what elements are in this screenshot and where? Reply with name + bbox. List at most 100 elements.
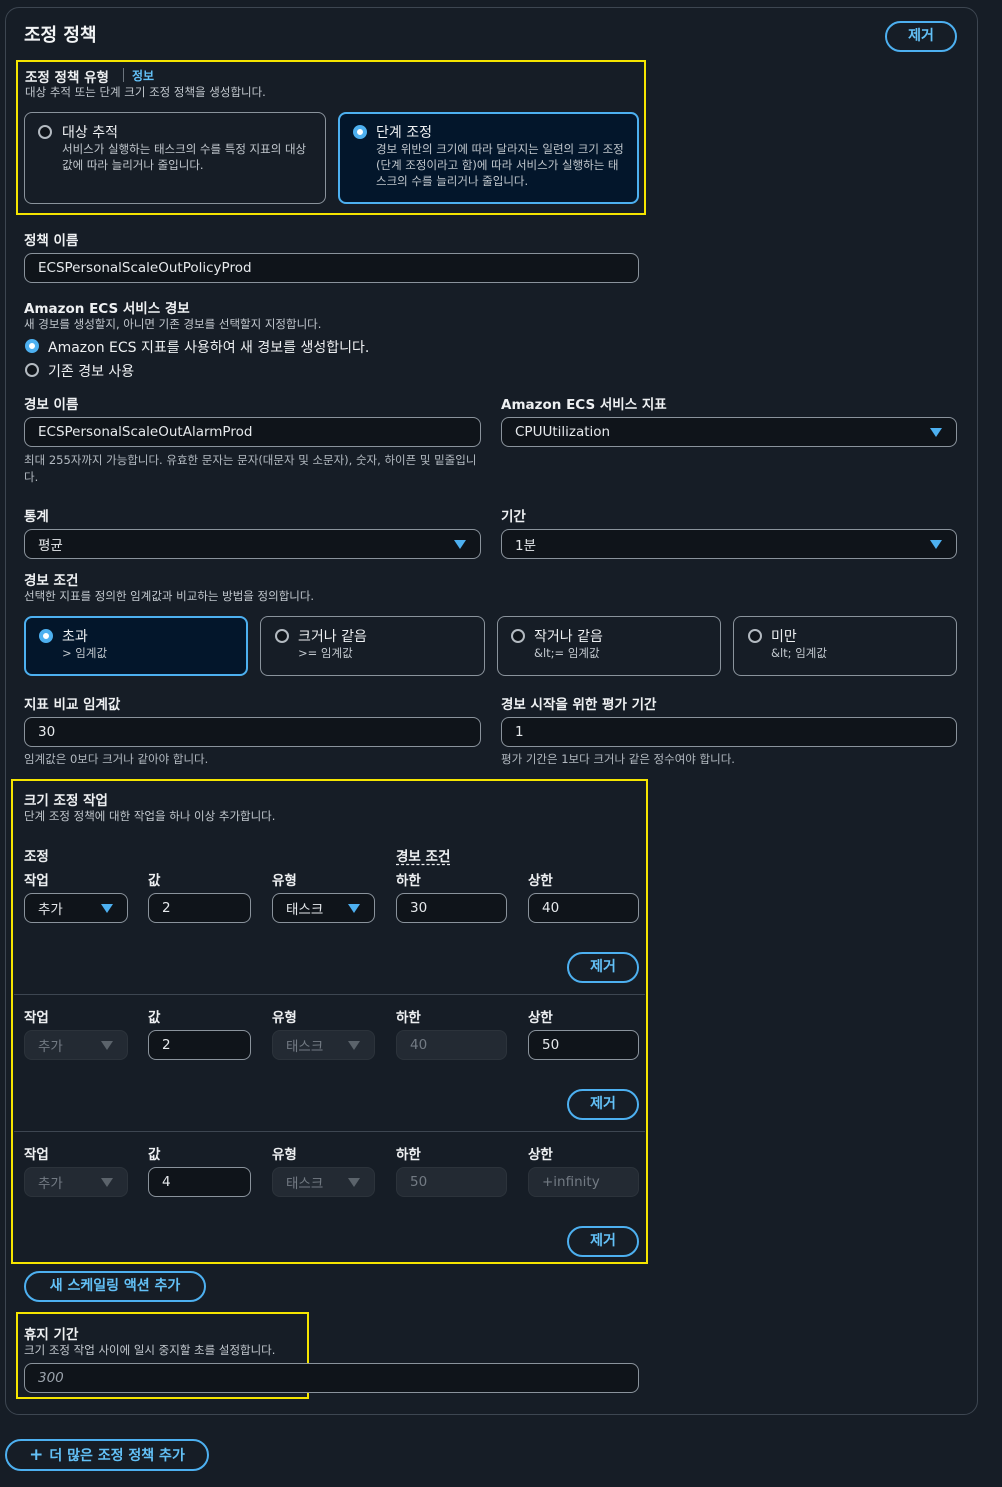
alarm-name-hint: 최대 255자까지 가능합니다. 유효한 문자는 문자(대문자 및 소문자), …	[24, 453, 477, 484]
policy-name-input[interactable]: ECSPersonalScaleOutPolicyProd	[24, 253, 639, 283]
threshold-input[interactable]: 30	[24, 717, 481, 747]
metric-select-value: CPUUtilization	[515, 424, 611, 440]
row2-lower-input: 40	[396, 1030, 507, 1060]
statistic-select[interactable]: 평균	[24, 529, 481, 559]
row-divider	[14, 1131, 645, 1132]
header-type: 유형	[272, 1147, 297, 1163]
condition-less-sub: &lt; 임계값	[771, 646, 827, 660]
group-alarm-condition-label[interactable]: 경보 조건	[396, 845, 450, 865]
metric-select[interactable]: CPUUtilization	[501, 417, 957, 447]
row2-type-select: 태스크	[272, 1030, 375, 1060]
radio-condition-less[interactable]	[748, 629, 762, 643]
row3-type-select: 태스크	[272, 1167, 375, 1197]
period-select-value: 1분	[515, 538, 537, 554]
condition-greater-equal-title: 크거나 같음	[298, 629, 367, 645]
remove-policy-button[interactable]: 제거	[885, 21, 957, 52]
plus-icon: +	[29, 1445, 44, 1465]
row3-lower-input: 50	[396, 1167, 507, 1197]
cooldown-description: 크기 조정 작업 사이에 일시 중지할 초를 설정합니다.	[24, 1343, 276, 1357]
add-scaling-action-button[interactable]: 새 스케일링 액션 추가	[24, 1271, 206, 1302]
row2-type-value: 태스크	[286, 1039, 324, 1055]
radio-create-new-alarm[interactable]	[25, 339, 39, 353]
alarm-condition-label: 경보 조건	[24, 573, 79, 589]
alarm-choice-description: 새 경보를 생성할지, 아니면 기존 경보를 선택할지 지정합니다.	[24, 317, 322, 331]
metric-label: Amazon ECS 서비스 지표	[501, 397, 667, 413]
condition-less-equal-title: 작거나 같음	[534, 629, 603, 645]
row3-upper-input: +infinity	[528, 1167, 639, 1197]
row1-remove-button[interactable]: 제거	[567, 952, 639, 983]
add-more-policy-button[interactable]: + 더 많은 조정 정책 추가	[5, 1439, 209, 1471]
row3-action-select: 추가	[24, 1167, 128, 1197]
caret-down-icon	[348, 1178, 360, 1187]
policy-name-label: 정책 이름	[24, 233, 79, 249]
header-lower: 하한	[396, 1010, 421, 1026]
cooldown-input[interactable]: 300	[24, 1363, 639, 1393]
label-separator	[123, 68, 124, 82]
policy-type-description: 대상 추적 또는 단계 크기 조정 정책을 생성합니다.	[25, 85, 266, 99]
header-action: 작업	[24, 1147, 49, 1163]
header-value: 값	[148, 1147, 161, 1163]
option-target-tracking-desc: 서비스가 실행하는 태스크의 수를 특정 지표의 대상 값에 따라 늘리거나 줄…	[62, 142, 307, 172]
row1-value-input[interactable]: 2	[148, 893, 251, 923]
period-select[interactable]: 1분	[501, 529, 957, 559]
condition-greater-equal-sub: >= 임계값	[298, 646, 353, 660]
row2-upper-input[interactable]: 50	[528, 1030, 639, 1060]
condition-greater-equal[interactable]	[260, 616, 485, 676]
row1-lower-input[interactable]: 30	[396, 893, 507, 923]
condition-less-equal[interactable]	[497, 616, 721, 676]
row2-action-select: 추가	[24, 1030, 128, 1060]
period-label: 기간	[501, 509, 526, 525]
radio-condition-greater[interactable]	[39, 629, 53, 643]
option-step-scaling-desc: 경보 위반의 크기에 따라 달라지는 일련의 크기 조정(단계 조정이라고 함)…	[376, 142, 624, 188]
row2-remove-button[interactable]: 제거	[567, 1089, 639, 1120]
condition-less[interactable]	[733, 616, 957, 676]
scaling-actions-description: 단계 조정 정책에 대한 작업을 하나 이상 추가합니다.	[24, 809, 276, 823]
create-new-alarm-label[interactable]: Amazon ECS 지표를 사용하여 새 경보를 생성합니다.	[48, 337, 369, 357]
condition-less-title: 미만	[771, 629, 797, 645]
row1-type-value: 태스크	[286, 902, 324, 918]
row2-value-input[interactable]: 2	[148, 1030, 251, 1060]
header-upper: 상한	[528, 873, 553, 889]
header-action: 작업	[24, 873, 49, 889]
row-divider	[14, 994, 645, 995]
row3-value-input[interactable]: 4	[148, 1167, 251, 1197]
condition-greater[interactable]	[24, 616, 248, 676]
header-lower: 하한	[396, 873, 421, 889]
alarm-choice-label: Amazon ECS 서비스 경보	[24, 301, 190, 317]
row3-remove-button[interactable]: 제거	[567, 1226, 639, 1257]
caret-down-icon	[930, 540, 942, 549]
row2-action-value: 추가	[38, 1039, 63, 1055]
group-adjust-label: 조정	[24, 849, 49, 865]
caret-down-icon	[348, 904, 360, 913]
caret-down-icon	[930, 428, 942, 437]
threshold-hint: 임계값은 0보다 크거나 같아야 합니다.	[24, 752, 209, 766]
header-value: 값	[148, 1010, 161, 1026]
alarm-name-label: 경보 이름	[24, 397, 79, 413]
header-upper: 상한	[528, 1010, 553, 1026]
evaluation-hint: 평가 기간은 1보다 크거나 같은 정수여야 합니다.	[501, 752, 735, 766]
header-type: 유형	[272, 1010, 297, 1026]
header-lower: 하한	[396, 1147, 421, 1163]
condition-greater-sub: > 임계값	[62, 646, 108, 660]
use-existing-alarm-label[interactable]: 기존 경보 사용	[48, 361, 134, 381]
row1-action-select[interactable]: 추가	[24, 893, 128, 923]
row1-upper-input[interactable]: 40	[528, 893, 639, 923]
caret-down-icon	[101, 1178, 113, 1187]
statistic-label: 통계	[24, 509, 49, 525]
row3-type-value: 태스크	[286, 1176, 324, 1192]
radio-condition-less-equal[interactable]	[511, 629, 525, 643]
alarm-name-input[interactable]: ECSPersonalScaleOutAlarmProd	[24, 417, 481, 447]
row1-type-select[interactable]: 태스크	[272, 893, 375, 923]
radio-use-existing-alarm[interactable]	[25, 363, 39, 377]
caret-down-icon	[101, 1041, 113, 1050]
threshold-label: 지표 비교 임계값	[24, 697, 121, 713]
caret-down-icon	[101, 904, 113, 913]
radio-condition-greater-equal[interactable]	[275, 629, 289, 643]
radio-target-tracking[interactable]	[38, 125, 52, 139]
evaluation-input[interactable]: 1	[501, 717, 957, 747]
info-link[interactable]: 정보	[132, 67, 154, 84]
statistic-select-value: 평균	[38, 538, 63, 554]
scaling-actions-label: 크기 조정 작업	[24, 793, 108, 809]
header-upper: 상한	[528, 1147, 553, 1163]
radio-step-scaling[interactable]	[353, 125, 367, 139]
